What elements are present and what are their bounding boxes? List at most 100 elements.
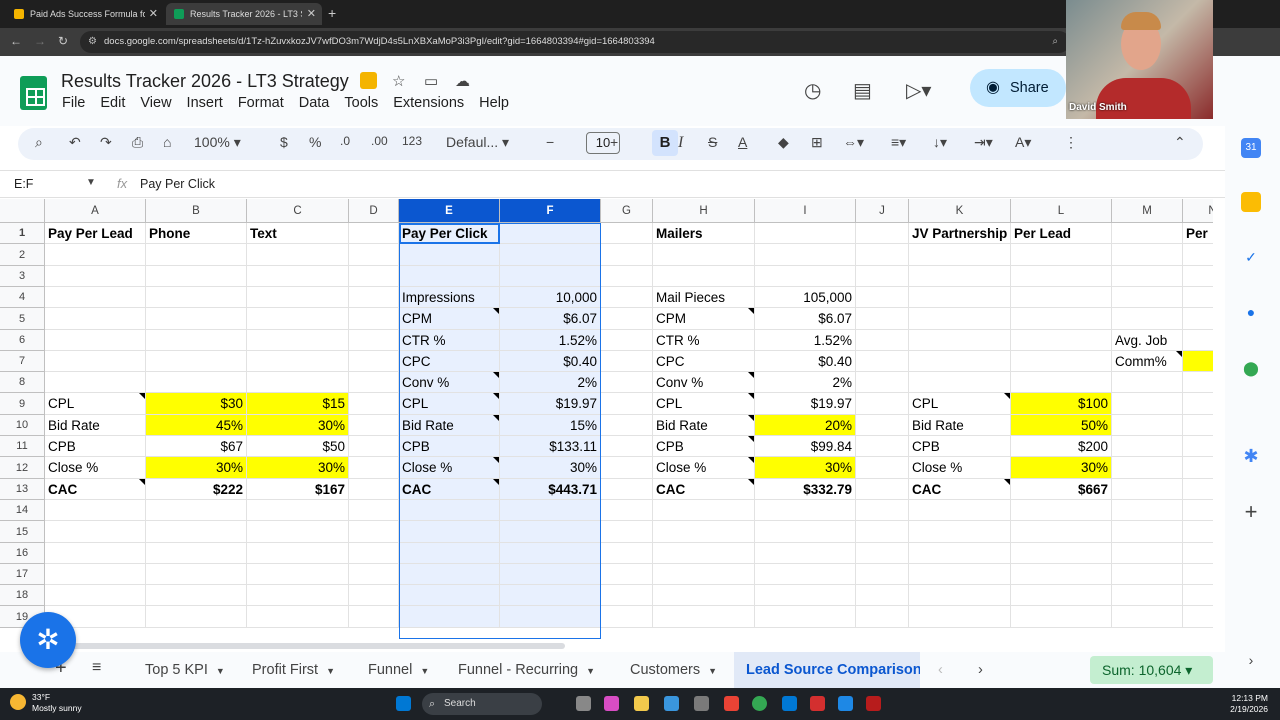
cell-b15[interactable] [146,521,247,543]
sheet-tab-funnel-recurring[interactable]: Funnel - Recurring ▼ [458,662,595,678]
cell-g10[interactable] [601,415,653,436]
cell-m14[interactable] [1112,500,1183,521]
cell-k2[interactable] [909,244,1011,266]
cell-h3[interactable] [653,266,755,287]
cell-l15[interactable] [1011,521,1112,543]
row-header-15[interactable]: 15 [0,521,45,543]
text-rotation-icon[interactable]: A▾ [1015,134,1031,151]
file-explorer-icon[interactable] [634,696,649,711]
print-icon[interactable]: ⎙ [132,134,143,151]
cell-h7[interactable]: CPC [653,351,755,372]
menu-extensions[interactable]: Extensions [393,95,464,111]
redo-icon[interactable]: ↷ [100,134,112,151]
menu-tools[interactable]: Tools [344,95,378,111]
cell-n9[interactable] [1183,393,1213,415]
cell-h13[interactable]: CAC [653,479,755,500]
cell-i8[interactable]: 2% [755,372,856,393]
cell-f8[interactable]: 2% [500,372,601,393]
contacts-icon[interactable]: ● [1241,302,1261,322]
browser-tab-results[interactable]: Results Tracker 2026 - LT3 Strat ✕ [166,3,322,25]
cell-g8[interactable] [601,372,653,393]
cell-e5[interactable]: CPM [399,308,500,330]
cell-i15[interactable] [755,521,856,543]
cell-k7[interactable] [909,351,1011,372]
cell-b11[interactable]: $67 [146,436,247,457]
fill-color-icon[interactable]: ◆ [778,134,789,151]
cell-b17[interactable] [146,564,247,585]
cell-g18[interactable] [601,585,653,606]
cell-a7[interactable] [45,351,146,372]
cell-m10[interactable] [1112,415,1183,436]
cell-h10[interactable]: Bid Rate [653,415,755,436]
cell-b2[interactable] [146,244,247,266]
cell-l10[interactable]: 50% [1011,415,1112,436]
cell-c17[interactable] [247,564,349,585]
cell-f15[interactable] [500,521,601,543]
weather-widget[interactable]: 33°F Mostly sunny [10,692,82,714]
column-header-i[interactable]: I [755,199,856,223]
cell-k14[interactable] [909,500,1011,521]
cell-f12[interactable]: 30% [500,457,601,479]
cell-h12[interactable]: Close % [653,457,755,479]
cell-d18[interactable] [349,585,399,606]
cell-n4[interactable] [1183,287,1213,308]
cell-f17[interactable] [500,564,601,585]
cell-m5[interactable] [1112,308,1183,330]
cell-j3[interactable] [856,266,909,287]
cell-d19[interactable] [349,606,399,628]
cell-j15[interactable] [856,521,909,543]
cell-f9[interactable]: $19.97 [500,393,601,415]
cell-m3[interactable] [1112,266,1183,287]
cell-m11[interactable] [1112,436,1183,457]
all-sheets-icon[interactable]: ≡ [92,659,101,677]
cell-m9[interactable] [1112,393,1183,415]
menu-format[interactable]: Format [238,95,284,111]
cloud-icon[interactable]: ☁ [455,72,470,90]
cell-m7[interactable]: Comm% [1112,351,1183,372]
cell-k19[interactable] [909,606,1011,628]
cell-j1[interactable] [856,223,909,244]
cell-d12[interactable] [349,457,399,479]
cell-i3[interactable] [755,266,856,287]
cell-l19[interactable] [1011,606,1112,628]
close-tab-icon[interactable]: ✕ [149,7,158,20]
cell-g17[interactable] [601,564,653,585]
cell-b9[interactable]: $30 [146,393,247,415]
menu-insert[interactable]: Insert [187,95,223,111]
paint-format-icon[interactable]: ⌂ [163,134,171,150]
cell-d1[interactable] [349,223,399,244]
cell-g15[interactable] [601,521,653,543]
cell-h6[interactable]: CTR % [653,330,755,351]
cell-i12[interactable]: 30% [755,457,856,479]
cell-l6[interactable] [1011,330,1112,351]
italic-button[interactable]: I [678,134,683,152]
cell-i10[interactable]: 20% [755,415,856,436]
cell-n5[interactable] [1183,308,1213,330]
cell-k16[interactable] [909,543,1011,564]
cell-d3[interactable] [349,266,399,287]
cell-e10[interactable]: Bid Rate [399,415,500,436]
sum-indicator[interactable]: Sum: 10,604 ▾ [1090,656,1213,684]
cell-j13[interactable] [856,479,909,500]
cell-a4[interactable] [45,287,146,308]
cell-l8[interactable] [1011,372,1112,393]
cell-k18[interactable] [909,585,1011,606]
cell-n13[interactable] [1183,479,1213,500]
cell-b1[interactable]: Phone [146,223,247,244]
cell-j11[interactable] [856,436,909,457]
expand-panel-icon[interactable]: › [1241,650,1261,670]
increase-decimal-button[interactable]: .00 [371,134,388,148]
sheets-logo-icon[interactable] [20,76,47,110]
undo-icon[interactable]: ↶ [69,134,81,151]
cell-n12[interactable] [1183,457,1213,479]
row-header-6[interactable]: 6 [0,330,45,351]
column-header-c[interactable]: C [247,199,349,223]
cell-l4[interactable] [1011,287,1112,308]
cell-d10[interactable] [349,415,399,436]
cell-e19[interactable] [399,606,500,628]
row-header-10[interactable]: 10 [0,415,45,436]
cell-g11[interactable] [601,436,653,457]
row-header-1[interactable]: 1 [0,223,45,244]
cell-k12[interactable]: Close % [909,457,1011,479]
cell-j2[interactable] [856,244,909,266]
